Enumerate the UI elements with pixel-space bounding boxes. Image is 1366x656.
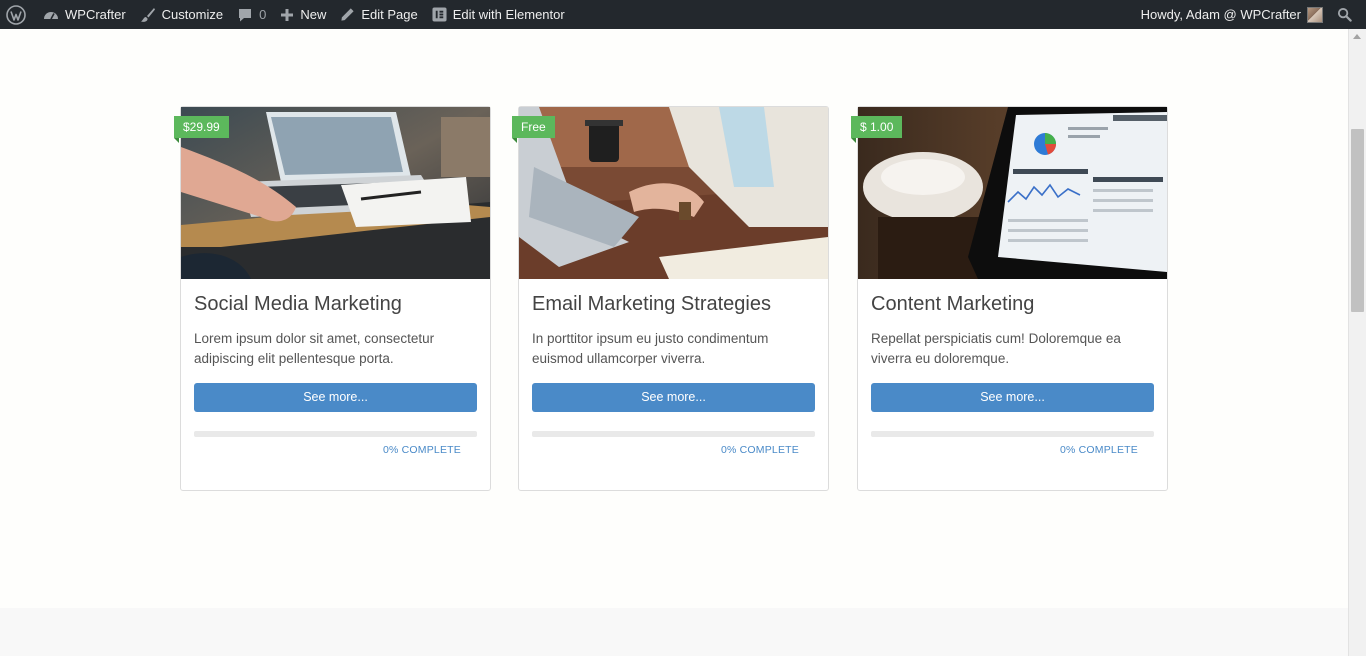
- elementor-icon: [432, 7, 447, 22]
- course-title[interactable]: Content Marketing: [871, 293, 1034, 316]
- dashboard-icon: [44, 11, 58, 19]
- scroll-up-arrow-icon[interactable]: [1353, 34, 1361, 39]
- edit-page-menu[interactable]: Edit Page: [333, 0, 424, 29]
- course-progress-bar: [194, 431, 477, 437]
- my-account-menu[interactable]: Howdy, Adam @ WPCrafter: [1134, 0, 1330, 29]
- price-badge: Free: [512, 116, 555, 143]
- site-name-label: WPCrafter: [65, 7, 126, 22]
- new-label: New: [300, 7, 327, 22]
- scrollbar-thumb[interactable]: [1351, 129, 1364, 312]
- course-progress-label: 0% COMPLETE: [1059, 444, 1138, 456]
- course-progress-bar: [871, 431, 1154, 437]
- price-badge: $ 1.00: [851, 116, 903, 143]
- course-description: Lorem ipsum dolor sit amet, consectetur …: [194, 331, 435, 366]
- course-progress-label: 0% COMPLETE: [720, 444, 799, 456]
- paintbrush-icon: [140, 7, 155, 22]
- see-more-button[interactable]: See more...: [532, 383, 815, 412]
- course-card-email-marketing-strategies: Email Marketing Strategies In porttitor …: [518, 106, 829, 491]
- customize-label: Customize: [161, 7, 224, 22]
- course-title[interactable]: Email Marketing Strategies: [532, 293, 771, 316]
- wordpress-icon: [6, 4, 26, 25]
- course-description: In porttitor ipsum eu justo condimentum …: [532, 331, 769, 366]
- plus-icon: [281, 8, 294, 21]
- edit-elementor-menu[interactable]: Edit with Elementor: [425, 0, 572, 29]
- search-icon: [1337, 7, 1352, 22]
- course-card-content-marketing: Content Marketing Repellat perspiciatis …: [857, 106, 1168, 491]
- comment-icon: [239, 8, 252, 21]
- wp-logo-menu[interactable]: [0, 0, 36, 29]
- course-progress-bar: [532, 431, 815, 437]
- pencil-icon: [341, 8, 354, 21]
- course-image-typing-laptop[interactable]: [519, 107, 828, 279]
- course-image-tablet-charts[interactable]: [858, 107, 1167, 279]
- comments-menu[interactable]: 0: [230, 0, 273, 29]
- see-more-button[interactable]: See more...: [194, 383, 477, 412]
- site-name-menu[interactable]: WPCrafter: [36, 0, 133, 29]
- new-content-menu[interactable]: New: [273, 0, 333, 29]
- admin-search[interactable]: [1330, 0, 1366, 29]
- see-more-button[interactable]: See more...: [871, 383, 1154, 412]
- avatar: [1307, 6, 1323, 23]
- wp-admin-bar: WPCrafter Customize 0 New Edit Page Edit…: [0, 0, 1366, 29]
- price-badge: $29.99: [174, 116, 229, 143]
- comments-count: 0: [259, 7, 267, 22]
- course-progress-label: 0% COMPLETE: [382, 444, 461, 456]
- edit-page-label: Edit Page: [361, 7, 418, 22]
- course-card-social-media-marketing: Social Media Marketing Lorem ipsum dolor…: [180, 106, 491, 491]
- course-title[interactable]: Social Media Marketing: [194, 293, 402, 316]
- page-scrollbar[interactable]: [1348, 29, 1366, 656]
- howdy-label: Howdy, Adam @ WPCrafter: [1140, 7, 1301, 22]
- footer-band: [0, 608, 1348, 656]
- customize-menu[interactable]: Customize: [133, 0, 230, 29]
- course-description: Repellat perspiciatis cum! Doloremque ea…: [871, 331, 1121, 366]
- edit-elementor-label: Edit with Elementor: [452, 7, 565, 22]
